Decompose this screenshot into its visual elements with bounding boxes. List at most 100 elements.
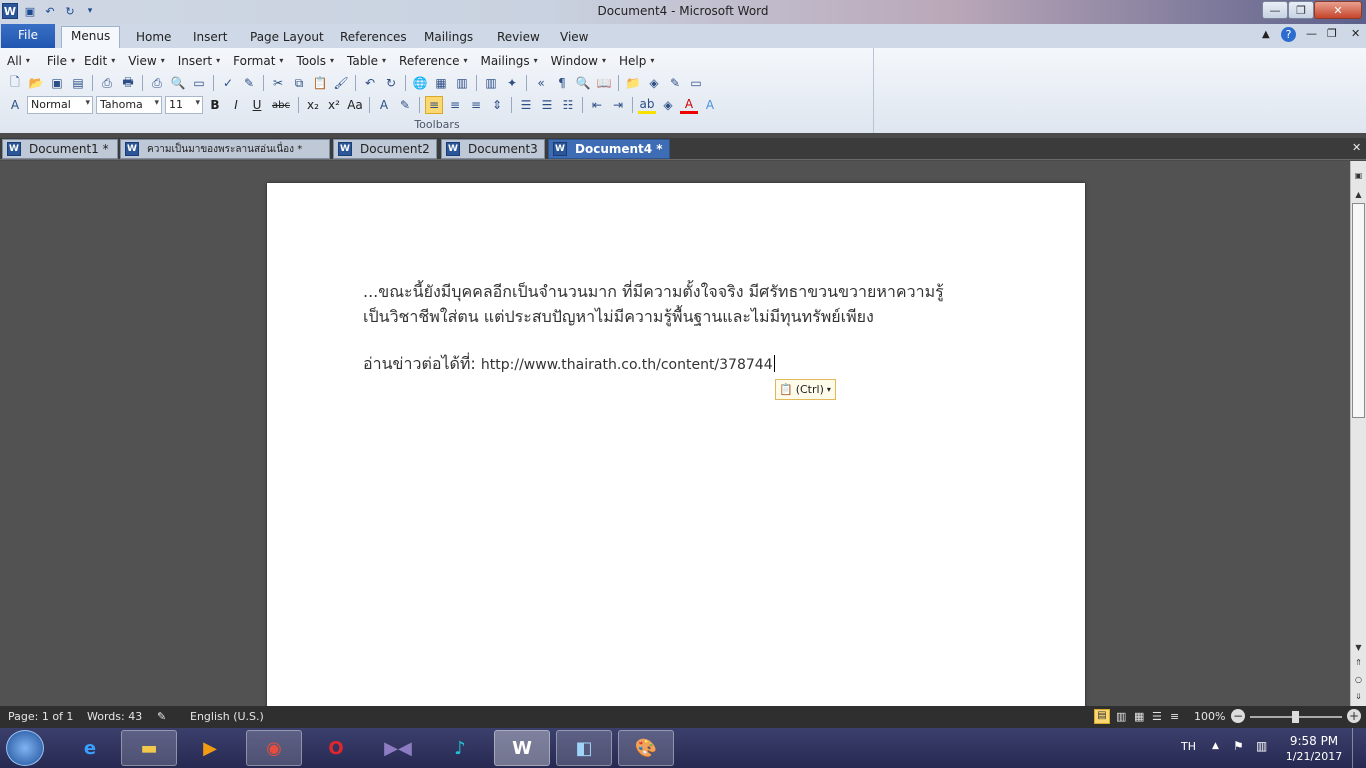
text-effects-icon[interactable]: ✎ — [396, 96, 414, 114]
source-url[interactable]: http://www.thairath.co.th/content/378744 — [481, 357, 773, 373]
new-document-icon[interactable]: 🗋 — [6, 74, 24, 92]
tab-menus[interactable]: Menus — [61, 26, 121, 48]
paste-options-button[interactable]: 📋 (Ctrl) ▾ — [775, 379, 836, 400]
align-left-icon[interactable]: ≡ — [425, 96, 443, 114]
clock-date[interactable]: 1/21/2017 — [1284, 750, 1344, 763]
doc-restore-icon[interactable]: ❐ — [1327, 27, 1337, 40]
folder-icon[interactable]: 📁 — [624, 74, 642, 92]
decrease-indent-icon[interactable]: ⇤ — [588, 96, 606, 114]
quote-icon[interactable]: « — [532, 74, 550, 92]
zoom-level[interactable]: 100% — [1194, 710, 1225, 723]
maximize-button[interactable]: ❐ — [1288, 1, 1314, 19]
increase-indent-icon[interactable]: ⇥ — [609, 96, 627, 114]
font-color-icon[interactable]: A — [680, 96, 698, 114]
font-size-combo[interactable]: 11 — [165, 96, 203, 114]
show-desktop-button[interactable] — [1352, 728, 1366, 768]
font-combo[interactable]: Tahoma — [96, 96, 162, 114]
tab-insert[interactable]: Insert — [184, 28, 236, 48]
text-effect-icon[interactable]: A — [701, 96, 719, 114]
bullets-icon[interactable]: ☰ — [538, 96, 556, 114]
save-icon[interactable]: ▣ — [48, 74, 66, 92]
scroll-up-icon[interactable]: ▲ — [1351, 188, 1366, 200]
action-center-flag-icon[interactable]: ⚑ — [1233, 739, 1244, 753]
menu-insert[interactable]: Insert — [175, 54, 221, 68]
print-layout-icon[interactable]: ▤ — [1094, 709, 1110, 724]
zoom-slider-handle[interactable] — [1292, 711, 1299, 723]
draft-icon[interactable]: ≡ — [1170, 710, 1179, 723]
tab-view[interactable]: View — [551, 28, 597, 48]
bold-button[interactable]: B — [206, 96, 224, 114]
menu-help[interactable]: Help — [616, 54, 655, 68]
tab-mailings[interactable]: Mailings — [415, 28, 482, 48]
doc-tab-document4[interactable]: W Document4 * — [548, 139, 670, 159]
shading-icon[interactable]: ◈ — [659, 96, 677, 114]
format-painter-icon[interactable]: 🖌 — [332, 74, 350, 92]
underline-button[interactable]: U — [248, 96, 266, 114]
spelling-icon[interactable]: ✓ — [219, 74, 237, 92]
line-spacing-icon[interactable]: ⇕ — [488, 96, 506, 114]
menu-format[interactable]: Format — [230, 54, 284, 68]
music-app-icon[interactable]: ♪ — [432, 730, 488, 766]
style-combo[interactable]: Normal — [27, 96, 93, 114]
show-hidden-icons-icon[interactable]: ▲ — [1212, 741, 1219, 751]
menu-reference[interactable]: Reference — [396, 54, 468, 68]
shapes-icon[interactable]: ◈ — [645, 74, 663, 92]
doc-close-icon[interactable]: ✕ — [1351, 27, 1360, 40]
tab-page-layout[interactable]: Page Layout — [241, 28, 333, 48]
menu-all[interactable]: All — [4, 54, 30, 68]
scroll-thumb[interactable] — [1352, 203, 1365, 418]
proofing-icon[interactable]: ✎ — [157, 710, 166, 723]
numbering-icon[interactable]: ☰ — [517, 96, 535, 114]
web-layout-icon[interactable]: ▦ — [1134, 710, 1144, 723]
menu-view[interactable]: View — [125, 54, 165, 68]
subscript-icon[interactable]: x₂ — [304, 96, 322, 114]
change-case-icon[interactable]: Aa — [346, 96, 364, 114]
ruler-toggle-icon[interactable]: ▣ — [1351, 169, 1366, 181]
document-page[interactable]: ...ขณะนี้ยังมีบุคคลอีกเป็นจำนวนมาก ที่มี… — [267, 183, 1085, 723]
borders-icon[interactable]: ▦ — [432, 74, 450, 92]
doc-minimize-icon[interactable]: — — [1306, 27, 1317, 40]
doc-tab-document1[interactable]: W Document1 * — [2, 139, 118, 159]
show-formatting-icon[interactable]: ¶ — [553, 74, 571, 92]
hyperlink-icon[interactable]: 🌐 — [411, 74, 429, 92]
vertical-scrollbar[interactable]: ▣ ▲ ▼ ⇑ ○ ⇓ — [1350, 161, 1366, 706]
media-player-icon[interactable]: ▶ — [182, 730, 238, 766]
file-explorer-icon[interactable]: ▬ — [121, 730, 177, 766]
opera-icon[interactable]: O — [308, 730, 364, 766]
research-icon[interactable]: ✎ — [240, 74, 258, 92]
scroll-down-icon[interactable]: ▼ — [1351, 641, 1366, 653]
superscript-icon[interactable]: x² — [325, 96, 343, 114]
styles-icon[interactable]: ✎ — [666, 74, 684, 92]
strikethrough-button[interactable]: abc — [269, 96, 293, 114]
minimize-button[interactable]: — — [1262, 1, 1288, 19]
clock-time[interactable]: 9:58 PM — [1287, 734, 1341, 748]
tab-file[interactable]: File — [1, 24, 55, 48]
copy-icon[interactable]: ⧉ — [290, 74, 308, 92]
visual-studio-icon[interactable]: ▶◀ — [370, 730, 426, 766]
save-as-icon[interactable]: ▤ — [69, 74, 87, 92]
close-button[interactable]: ✕ — [1314, 1, 1362, 19]
open-icon[interactable]: 📂 — [27, 74, 45, 92]
paint-icon[interactable]: 🎨 — [618, 730, 674, 766]
tab-references[interactable]: References — [331, 28, 416, 48]
menu-window[interactable]: Window — [548, 54, 607, 68]
page-setup-icon[interactable]: ▭ — [190, 74, 208, 92]
align-center-icon[interactable]: ≡ — [446, 96, 464, 114]
help-icon[interactable]: ? — [1281, 27, 1296, 42]
select-browse-object-icon[interactable]: ○ — [1351, 673, 1366, 685]
word-count[interactable]: Words: 43 — [87, 710, 142, 723]
page-count[interactable]: Page: 1 of 1 — [8, 710, 73, 723]
input-language[interactable]: TH — [1181, 740, 1196, 753]
drawing-icon[interactable]: ✦ — [503, 74, 521, 92]
redo-icon[interactable]: ↻ — [382, 74, 400, 92]
pdf-icon[interactable]: ⎙ — [98, 74, 116, 92]
minimize-ribbon-icon[interactable]: ▲ — [1262, 29, 1270, 40]
align-right-icon[interactable]: ≡ — [467, 96, 485, 114]
notes-app-icon[interactable]: ◧ — [556, 730, 612, 766]
paste-icon[interactable]: 📋 — [311, 74, 329, 92]
cut-icon[interactable]: ✂ — [269, 74, 287, 92]
italic-button[interactable]: I — [227, 96, 245, 114]
clear-formatting-icon[interactable]: A — [375, 96, 393, 114]
menu-tools[interactable]: Tools — [293, 54, 334, 68]
menu-mailings[interactable]: Mailings — [477, 54, 537, 68]
